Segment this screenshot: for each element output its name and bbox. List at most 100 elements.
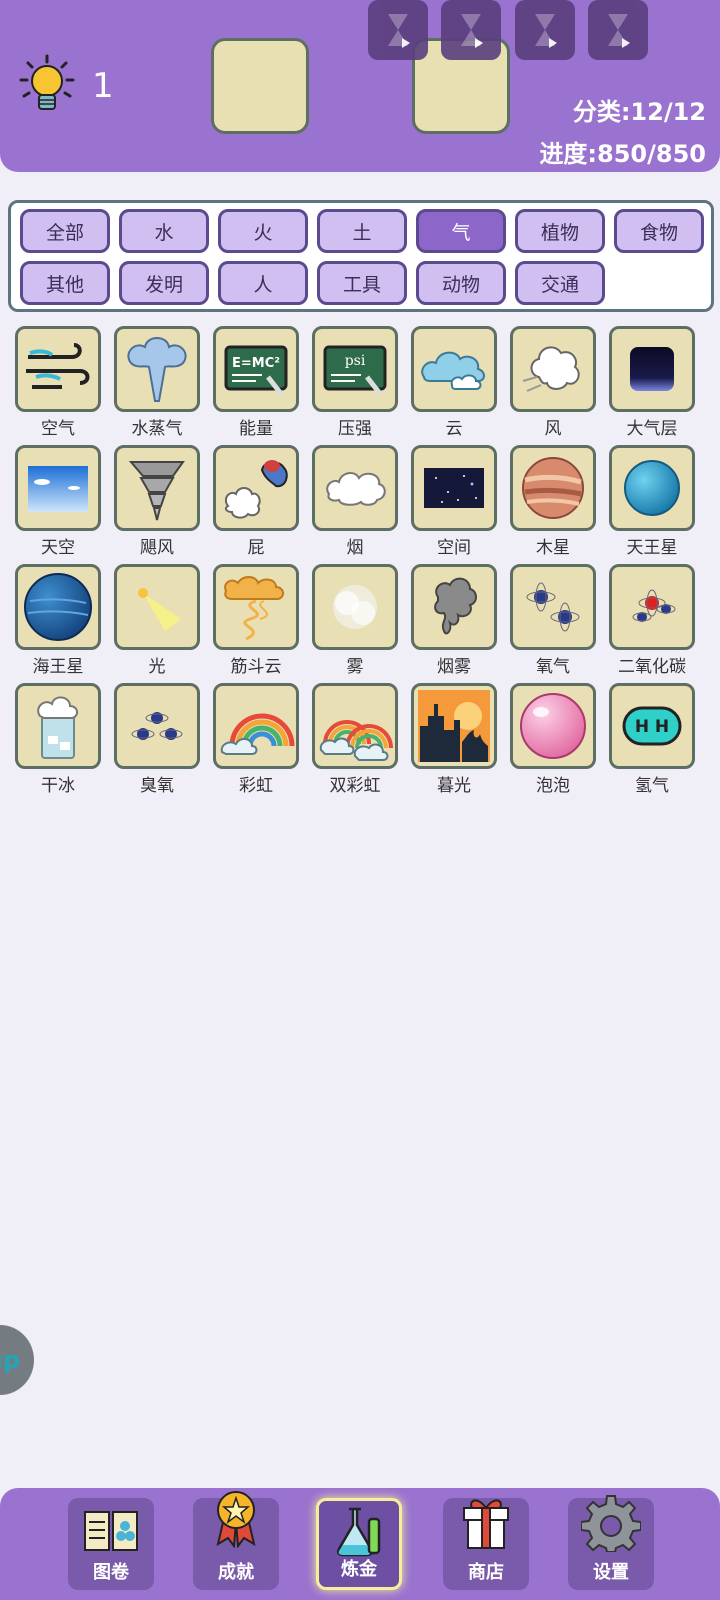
element-tile[interactable] <box>213 445 299 531</box>
nav-alchemy[interactable]: 炼金 <box>316 1498 402 1590</box>
element-tile[interactable]: E=MC² <box>213 326 299 412</box>
progress-stat: 进度:850/850 <box>539 140 706 168</box>
element-label: 臭氧 <box>140 776 174 796</box>
bubble-icon <box>520 693 586 759</box>
element-tile[interactable] <box>15 683 101 769</box>
cloud-icon <box>421 351 485 390</box>
element-tile[interactable] <box>609 445 695 531</box>
nav-label: 商店 <box>468 1562 504 1583</box>
element-tile[interactable] <box>312 445 398 531</box>
tab-water[interactable]: 水 <box>119 209 209 253</box>
nav-encyclopedia[interactable]: 图卷 <box>68 1498 154 1590</box>
tab-food[interactable]: 食物 <box>614 209 704 253</box>
hourglass-play-icon[interactable] <box>515 0 575 60</box>
element-tile[interactable]: psi <box>312 326 398 412</box>
dry-ice-icon <box>37 696 78 759</box>
neptune-icon <box>24 573 92 641</box>
nav-label: 图卷 <box>93 1562 129 1583</box>
element-tile[interactable] <box>411 683 497 769</box>
fart-icon <box>224 460 288 519</box>
atmosphere-icon <box>630 347 674 391</box>
element-label: 烟 <box>346 538 364 558</box>
svg-text:H: H <box>635 717 649 737</box>
book-icon <box>84 1511 138 1551</box>
tab-air[interactable]: 气 <box>416 209 506 253</box>
element-label: 空气 <box>41 419 75 439</box>
element-tile[interactable] <box>411 564 497 650</box>
gear-icon <box>581 1495 641 1552</box>
element-label: 烟雾 <box>437 657 471 677</box>
lightbulb-icon[interactable] <box>18 54 76 118</box>
element-label: 氧气 <box>536 657 570 677</box>
element-label: 大气层 <box>626 419 678 439</box>
element-label: 空间 <box>437 538 471 558</box>
element-label: 暮光 <box>437 776 471 796</box>
hourglass-play-icon[interactable] <box>441 0 501 60</box>
element-label: 能量 <box>239 419 273 439</box>
twilight-icon <box>418 690 490 762</box>
flask-icon <box>336 1507 381 1557</box>
element-tile[interactable] <box>114 445 200 531</box>
element-tile[interactable] <box>312 564 398 650</box>
side-up-label: up <box>0 1346 20 1374</box>
element-tile[interactable] <box>213 683 299 769</box>
element-tile[interactable] <box>312 683 398 769</box>
tab-all[interactable]: 全部 <box>20 209 110 253</box>
tab-transport[interactable]: 交通 <box>515 261 605 305</box>
nav-achievements[interactable]: 成就 <box>193 1491 279 1590</box>
element-label: 双彩虹 <box>329 776 381 796</box>
element-label: 干冰 <box>41 776 75 796</box>
mix-slot-left[interactable] <box>211 38 309 134</box>
tab-plants[interactable]: 植物 <box>515 209 605 253</box>
sky-icon <box>28 466 88 512</box>
element-label: 云 <box>445 419 463 439</box>
hint-count: 1 <box>92 66 114 106</box>
tab-animals[interactable]: 动物 <box>416 261 506 305</box>
tab-people[interactable]: 人 <box>218 261 308 305</box>
element-label: 光 <box>148 657 166 677</box>
element-label: 筋斗云 <box>230 657 282 677</box>
nav-label: 设置 <box>593 1562 629 1583</box>
steam-cloud-icon <box>127 337 187 402</box>
psi-board-icon: psi <box>323 345 387 397</box>
nav-shop[interactable]: 商店 <box>443 1498 529 1590</box>
element-tile[interactable] <box>609 564 695 650</box>
smoke-icon <box>326 472 386 506</box>
element-tile[interactable] <box>411 326 497 412</box>
element-tile[interactable] <box>411 445 497 531</box>
element-tile[interactable] <box>510 326 596 412</box>
element-tile[interactable] <box>114 683 200 769</box>
element-tile[interactable] <box>15 564 101 650</box>
element-label: 木星 <box>536 538 570 558</box>
element-tile[interactable] <box>15 445 101 531</box>
element-tile[interactable] <box>114 326 200 412</box>
hourglass-play-icon[interactable] <box>588 0 648 60</box>
element-label: 风 <box>544 419 562 439</box>
element-label: 飓风 <box>140 538 174 558</box>
hydrogen-icon: H H <box>622 706 682 746</box>
tab-fire[interactable]: 火 <box>218 209 308 253</box>
element-tile[interactable] <box>15 326 101 412</box>
element-tile[interactable] <box>213 564 299 650</box>
element-tile[interactable] <box>510 683 596 769</box>
element-label: 海王星 <box>32 657 84 677</box>
tab-earth[interactable]: 土 <box>317 209 407 253</box>
nav-settings[interactable]: 设置 <box>568 1495 654 1590</box>
element-tile[interactable] <box>609 326 695 412</box>
category-stat: 分类:12/12 <box>572 98 706 126</box>
tab-other[interactable]: 其他 <box>20 261 110 305</box>
element-tile[interactable] <box>510 564 596 650</box>
tab-tools[interactable]: 工具 <box>317 261 407 305</box>
magic-cloud-icon <box>224 576 284 641</box>
element-tile[interactable]: H H <box>609 683 695 769</box>
side-up-button[interactable]: up <box>0 1325 34 1395</box>
hourglass-play-icon[interactable] <box>368 0 428 60</box>
nav-label: 炼金 <box>341 1559 377 1580</box>
element-label: 雾 <box>346 657 364 677</box>
element-tile[interactable] <box>114 564 200 650</box>
ozone-icon <box>131 712 183 740</box>
top-bar: 1 分类:12/12 进度:850/850 <box>0 0 720 172</box>
tab-inventions[interactable]: 发明 <box>119 261 209 305</box>
element-tile[interactable] <box>510 445 596 531</box>
medal-icon <box>216 1491 256 1548</box>
